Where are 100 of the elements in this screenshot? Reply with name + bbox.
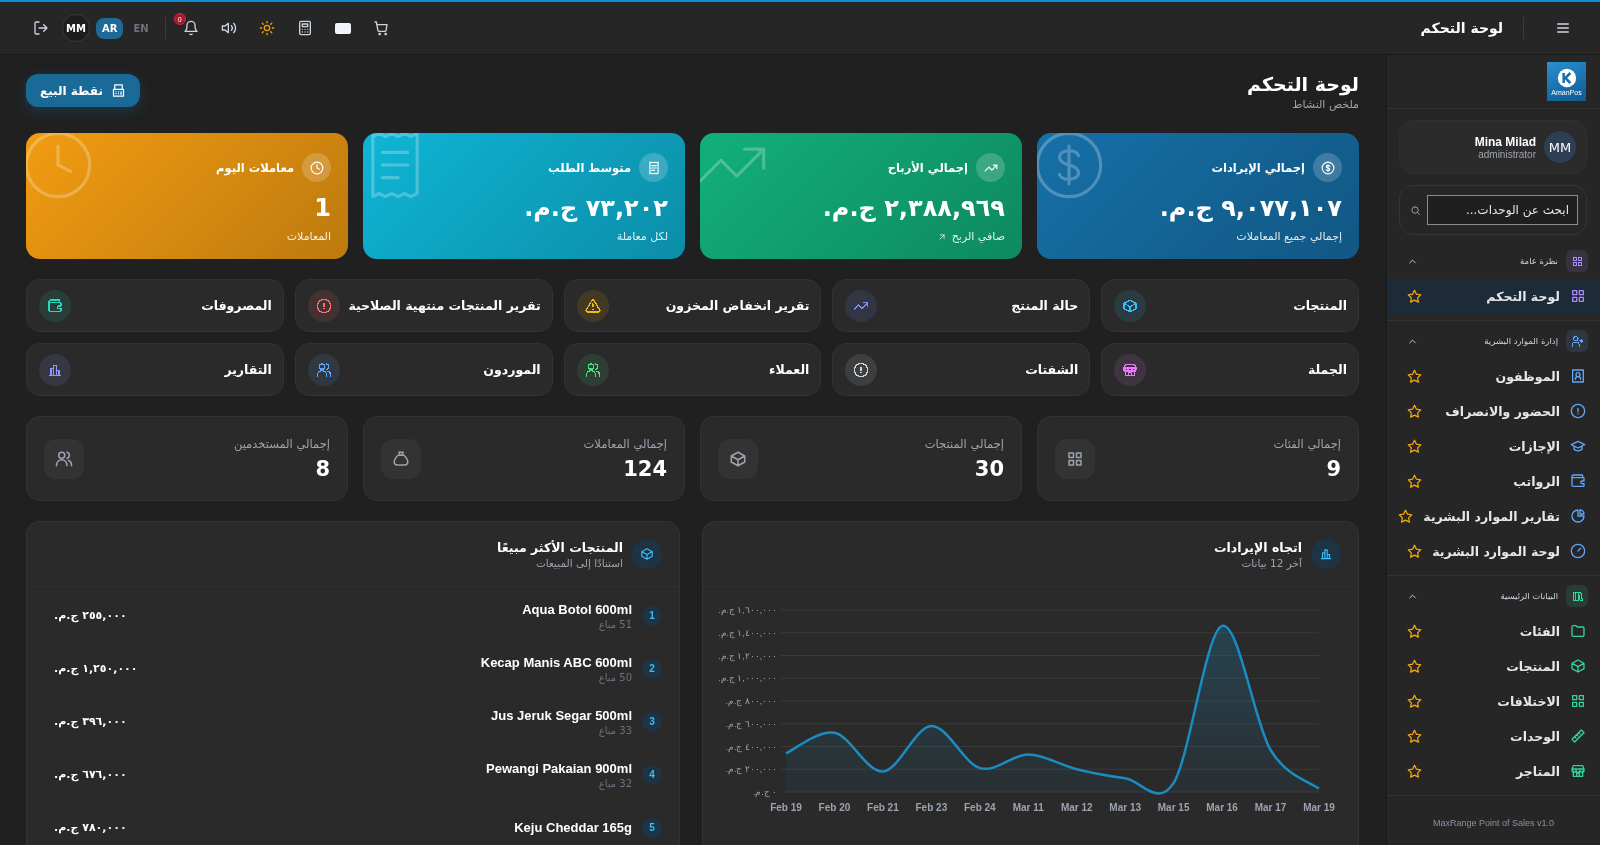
stat-value: ٢,٣٨٨,٩٦٩ ج.م. (821, 193, 1005, 223)
group-title: البيانات الرئيسية (1499, 591, 1558, 601)
quick-link-card[interactable]: تقرير المنتجات منتهية الصلاحية (294, 279, 553, 332)
quick-link-card[interactable]: العملاء (563, 343, 822, 396)
sidebar-item[interactable]: المنتجات (1387, 649, 1600, 683)
footer-text: MaxRange Point of Sales v1.0 (1431, 817, 1556, 830)
rank-number: 4 (642, 764, 662, 785)
quick-link-card[interactable]: الموردون (294, 343, 553, 396)
y-axis-label: ١,٠٠٠,٠٠٠ ج.م. (718, 673, 777, 684)
search-input[interactable]: ابحث عن الوحدات... (1436, 203, 1569, 217)
quick-link-card[interactable]: تقرير انخفاض المخزون (563, 279, 822, 332)
star-icon[interactable] (1398, 508, 1414, 524)
trend-up-icon (976, 153, 1005, 182)
stat-label: إجمالي الإيرادات (1211, 160, 1305, 175)
page-subtitle: ملخص النشاط (1291, 98, 1359, 111)
star-icon[interactable] (1407, 693, 1422, 709)
folder-icon (1570, 623, 1586, 639)
quick-link-card[interactable]: التقارير (26, 343, 284, 396)
sold-count: 51 مباع (597, 618, 632, 630)
x-axis-label: Mar 11 (1012, 802, 1044, 813)
y-axis-label: ٠ ج.م. (752, 787, 777, 797)
stat-label: معاملات اليوم (216, 160, 294, 175)
register-icon (110, 83, 126, 98)
sidebar-item[interactable]: لوحة التحكم (1387, 279, 1600, 313)
sidebar-item[interactable]: الموظفون (1387, 359, 1600, 393)
x-axis-label: Mar 13 (1109, 802, 1142, 813)
product-amount: ٢٥٥,٠٠٠ ج.م. (54, 609, 127, 622)
quick-link-card[interactable]: المصروفات (26, 279, 284, 332)
product-amount: ١,٢٥٠,٠٠٠ ج.م. (54, 662, 138, 675)
product-name: Aqua Botol 600ml (522, 601, 632, 617)
y-axis-label: ٤٠٠,٠٠٠ ج.م. (725, 741, 777, 752)
search-field[interactable]: ابحث عن الوحدات... (1427, 195, 1578, 225)
language-toggle[interactable]: AR (96, 17, 124, 39)
store-icon (1570, 763, 1586, 779)
star-icon[interactable] (1407, 473, 1422, 489)
receipt-icon (639, 153, 668, 182)
x-axis-label: Mar 16 (1206, 802, 1238, 813)
wallet-icon (1570, 473, 1586, 489)
bag-icon (381, 438, 421, 479)
sidebar-item[interactable]: المتاجر (1387, 754, 1600, 788)
star-icon[interactable] (1407, 658, 1422, 674)
star-icon[interactable] (1407, 623, 1422, 639)
sidebar-item[interactable]: الاختلافات (1387, 684, 1600, 718)
x-axis-label: Feb 23 (915, 802, 948, 813)
clock-icon (302, 153, 331, 182)
bell-icon[interactable] (182, 20, 199, 36)
product-amount: ٦٧٦,٠٠٠ ج.م. (54, 768, 127, 781)
star-icon[interactable] (1407, 288, 1422, 304)
card-title: اتجاه الإيرادات (1213, 539, 1302, 555)
sidebar-item[interactable]: الفئات (1387, 614, 1600, 648)
product-name: Pewangi Pakaian 900ml (486, 760, 632, 776)
star-icon[interactable] (1407, 763, 1422, 779)
x-axis-label: Mar 19 (1303, 802, 1335, 813)
stat-value: ٩,٠٧٧,١٠٧ ج.م. (1158, 193, 1342, 223)
x-axis-label: Feb 20 (818, 802, 851, 813)
y-axis-label: ١,٤٠٠,٠٠٠ ج.م. (718, 627, 777, 638)
ruler-icon (1570, 728, 1586, 744)
user-avatar[interactable]: MM (62, 14, 90, 42)
star-icon[interactable] (1407, 368, 1422, 384)
sidebar-item[interactable]: لوحة الموارد البشرية (1387, 534, 1600, 568)
quick-link-card[interactable]: حالة المنتج (832, 279, 1091, 332)
x-axis-label: Mar 17 (1254, 802, 1287, 813)
quick-link-card[interactable]: الشفتات (832, 343, 1091, 396)
stat-note: إجمالي جميع المعاملات (1236, 230, 1342, 243)
x-axis-label: Mar 15 (1157, 802, 1190, 813)
stat-label: متوسط الطلب (548, 160, 631, 175)
quick-link-card[interactable]: المنتجات (1101, 279, 1359, 332)
sidebar-item[interactable]: الإجازات (1387, 429, 1600, 463)
count-value: 30 (973, 456, 1004, 481)
info-icon (1570, 403, 1586, 419)
x-axis-label: Feb 24 (963, 802, 996, 813)
user-name: Mina Milad (1474, 134, 1536, 149)
sidebar-item[interactable]: الوحدات (1387, 719, 1600, 753)
stat-value: 1 (313, 193, 331, 223)
gauge-icon (1570, 543, 1586, 559)
y-axis-label: ١,٢٠٠,٠٠٠ ج.م. (718, 650, 777, 661)
y-axis-label: ٨٠٠,٠٠٠ ج.م. (725, 696, 777, 706)
star-icon[interactable] (1407, 543, 1422, 559)
rank-number: 2 (642, 658, 662, 679)
rank-number: 1 (642, 605, 662, 626)
product-name: Jus Jeruk Segar 500ml (491, 707, 632, 723)
quick-link-card[interactable]: الجملة (1101, 343, 1359, 396)
box-icon (1570, 658, 1586, 674)
product-amount: ٣٩٦,٠٠٠ ج.م. (54, 715, 127, 728)
x-axis-label: Mar 12 (1060, 802, 1093, 813)
pie-chart-icon (1570, 508, 1586, 524)
y-axis-label: ٦٠٠,٠٠٠ ج.م. (725, 718, 777, 729)
sidebar-item[interactable]: الرواتب (1387, 464, 1600, 498)
point-of-sale-button[interactable]: نقطة البيع (26, 74, 140, 107)
product-amount: ٧٨٠,٠٠٠ ج.م. (54, 821, 127, 834)
sidebar-item[interactable]: الحضور والانصراف (1387, 394, 1600, 428)
count-value: 8 (314, 456, 330, 481)
product-name: Kecap Manis ABC 600ml (480, 654, 632, 670)
star-icon[interactable] (1407, 438, 1422, 454)
stat-note: لكل معاملة (616, 230, 668, 243)
star-icon[interactable] (1407, 728, 1422, 744)
star-icon[interactable] (1407, 403, 1422, 419)
sidebar-item[interactable]: تقارير الموارد البشرية (1387, 499, 1600, 533)
card-subtitle: استنادًا إلى المبيعات (534, 556, 623, 569)
grid-icon (1055, 438, 1095, 479)
